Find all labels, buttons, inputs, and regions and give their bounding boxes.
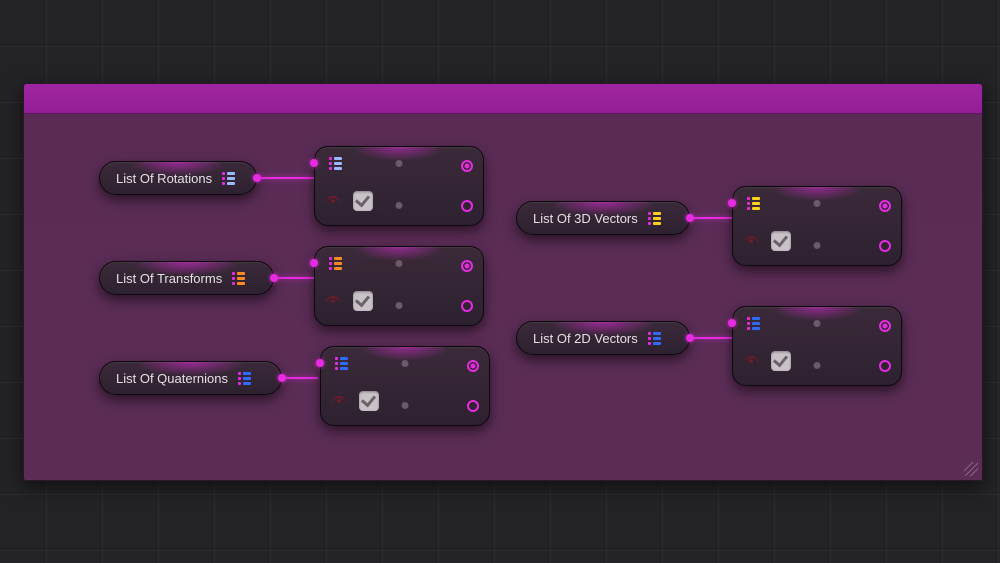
input-port[interactable] [728, 199, 736, 207]
input-port[interactable] [316, 359, 324, 367]
status-dot-icon [402, 402, 409, 409]
output-port-a[interactable] [461, 160, 473, 172]
status-dot-icon [814, 320, 821, 327]
visibility-off-icon[interactable] [743, 236, 759, 246]
output-port-b[interactable] [879, 240, 891, 252]
status-dot-icon [396, 160, 403, 167]
source-node-label: List Of Transforms [116, 271, 222, 286]
output-port-b[interactable] [461, 300, 473, 312]
output-port-a[interactable] [467, 360, 479, 372]
source-node-rotations[interactable]: List Of Rotations [99, 161, 257, 195]
visibility-off-icon[interactable] [325, 296, 341, 306]
source-node-label: List Of 3D Vectors [533, 211, 638, 226]
list-icon [648, 332, 662, 345]
wire [692, 217, 732, 219]
output-port[interactable] [686, 214, 694, 222]
source-node-vectors3d[interactable]: List Of 3D Vectors [516, 201, 690, 235]
source-node-label: List Of 2D Vectors [533, 331, 638, 346]
visibility-off-icon[interactable] [743, 356, 759, 366]
input-port[interactable] [728, 319, 736, 327]
output-port[interactable] [253, 174, 261, 182]
output-port[interactable] [270, 274, 278, 282]
input-port[interactable] [310, 259, 318, 267]
processor-node-rotations[interactable] [314, 146, 484, 226]
list-icon [238, 372, 252, 385]
status-dot-icon [814, 242, 821, 249]
output-port[interactable] [686, 334, 694, 342]
output-port-b[interactable] [461, 200, 473, 212]
status-dot-icon [396, 302, 403, 309]
wire [692, 337, 732, 339]
enabled-checkbox[interactable] [359, 391, 379, 411]
output-port-b[interactable] [467, 400, 479, 412]
processor-node-transforms[interactable] [314, 246, 484, 326]
output-port[interactable] [278, 374, 286, 382]
status-dot-icon [814, 200, 821, 207]
source-node-vectors2d[interactable]: List Of 2D Vectors [516, 321, 690, 355]
processor-node-vectors3d[interactable] [732, 186, 902, 266]
output-port-b[interactable] [879, 360, 891, 372]
wire [276, 277, 314, 279]
list-icon [335, 357, 349, 370]
output-port-a[interactable] [461, 260, 473, 272]
enabled-checkbox[interactable] [771, 351, 791, 371]
source-node-transforms[interactable]: List Of Transforms [99, 261, 274, 295]
visibility-off-icon[interactable] [331, 396, 347, 406]
output-port-a[interactable] [879, 200, 891, 212]
input-port[interactable] [310, 159, 318, 167]
enabled-checkbox[interactable] [771, 231, 791, 251]
list-icon [329, 257, 343, 270]
processor-node-quaternions[interactable] [320, 346, 490, 426]
enabled-checkbox[interactable] [353, 191, 373, 211]
enabled-checkbox[interactable] [353, 291, 373, 311]
source-node-label: List Of Quaternions [116, 371, 228, 386]
processor-node-vectors2d[interactable] [732, 306, 902, 386]
status-dot-icon [402, 360, 409, 367]
node-canvas[interactable]: List Of Rotations List Of Transforms [24, 114, 982, 480]
group-container[interactable]: List Of Rotations List Of Transforms [23, 83, 983, 481]
list-icon [747, 197, 761, 210]
wire [259, 177, 314, 179]
list-icon [329, 157, 343, 170]
status-dot-icon [396, 202, 403, 209]
list-icon [648, 212, 662, 225]
list-icon [222, 172, 236, 185]
status-dot-icon [396, 260, 403, 267]
wire [284, 377, 318, 379]
visibility-off-icon[interactable] [325, 196, 341, 206]
source-node-label: List Of Rotations [116, 171, 212, 186]
list-icon [232, 272, 246, 285]
group-header[interactable] [24, 84, 982, 114]
output-port-a[interactable] [879, 320, 891, 332]
list-icon [747, 317, 761, 330]
status-dot-icon [814, 362, 821, 369]
source-node-quaternions[interactable]: List Of Quaternions [99, 361, 282, 395]
